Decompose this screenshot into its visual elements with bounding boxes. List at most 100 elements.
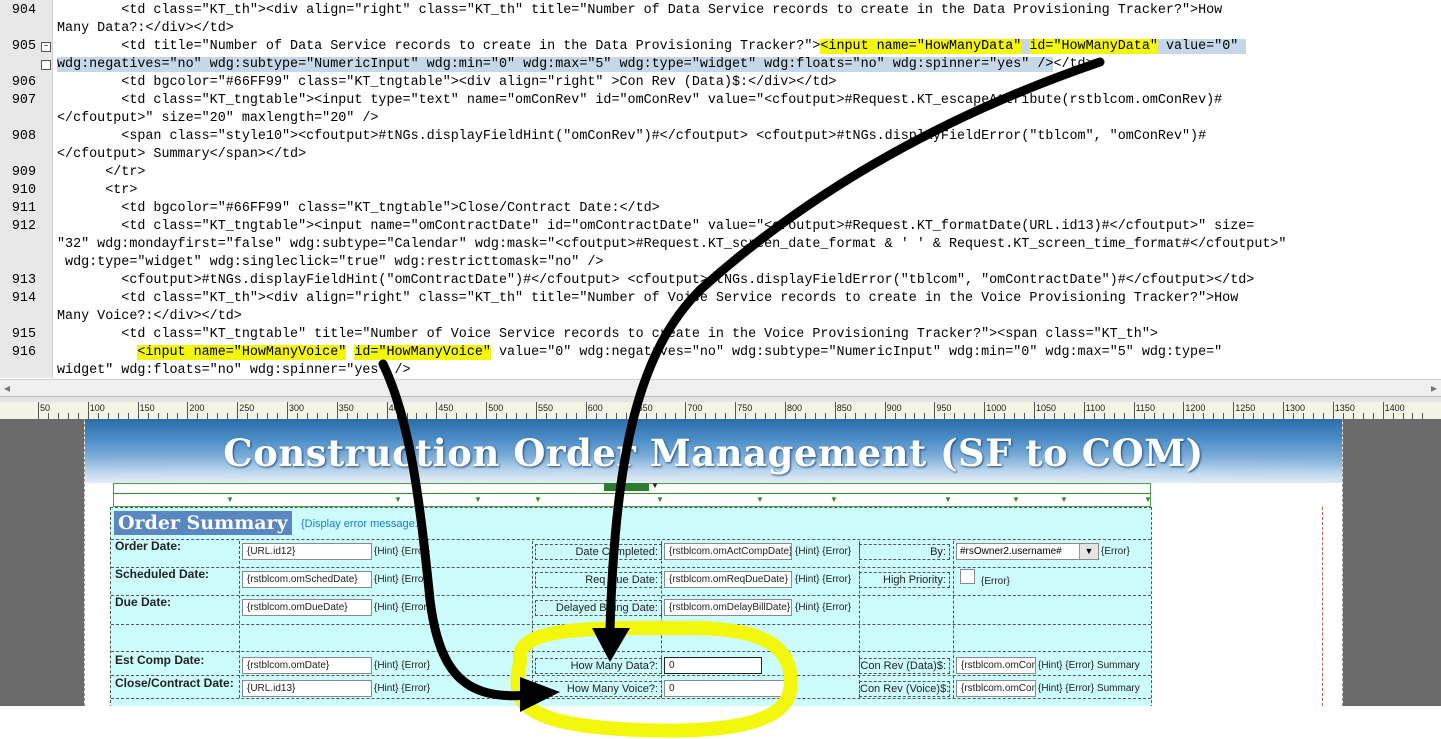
field-input[interactable]: 0 xyxy=(664,657,762,674)
column-marker-icon[interactable]: ▼ xyxy=(756,495,764,504)
column-marker-icon[interactable]: ▼ xyxy=(394,495,402,504)
line-number: 906 xyxy=(11,75,36,90)
code-editor[interactable]: 904 905 906 907 908 909 910 911 912 913 914 915 916 … xyxy=(0,0,1441,378)
column-marker-icon[interactable]: ▼ xyxy=(656,495,664,504)
high-priority-checkbox[interactable] xyxy=(960,569,975,584)
code-line[interactable]: </tr> xyxy=(57,164,145,182)
field-hint: {Error} xyxy=(1101,546,1130,557)
field-label: By: xyxy=(859,544,950,560)
field-input[interactable]: {rstblcom.omConRev} xyxy=(956,680,1036,697)
ruler-label: 350 xyxy=(338,403,354,413)
ruler-tick xyxy=(934,402,936,419)
field-input[interactable]: {rstblcom.omSchedDate} xyxy=(242,571,372,588)
scroll-left-arrow-icon[interactable]: ◂ xyxy=(4,381,10,395)
ruler-label: 1150 xyxy=(1135,403,1155,413)
code-line[interactable]: "32" wdg:mondayfirst="false" wdg:subtype… xyxy=(57,236,1286,254)
code-line[interactable]: <tr> xyxy=(57,182,137,200)
code-line[interactable]: <td class="KT_th"><div align="right" cla… xyxy=(57,290,1238,308)
field-input[interactable]: {rstblcom.omReqDueDate} xyxy=(664,571,792,588)
page-banner: Construction Order Management (SF to COM… xyxy=(85,419,1342,483)
field-input[interactable]: {rstblcom.omActCompDate} xyxy=(664,543,792,560)
code-line[interactable]: Many Data?:</div></td> xyxy=(57,20,234,38)
table-header-tab[interactable] xyxy=(604,483,649,491)
column-marker-icon[interactable]: ▼ xyxy=(1012,495,1020,504)
column-marker-icon[interactable]: ▼ xyxy=(830,495,838,504)
code-line[interactable]: <td class="KT_th"><div align="right" cla… xyxy=(57,2,1222,20)
ruler-label: 400 xyxy=(388,403,404,413)
code-text: Many Voice?:</div></td> xyxy=(57,309,242,324)
code-line[interactable]: </cfoutput>" size="20" maxlength="20" /> xyxy=(57,110,378,128)
field-label: Scheduled Date: xyxy=(115,567,210,581)
table-menu-arrow-icon[interactable]: ▼ xyxy=(651,481,659,490)
selected-code: value="0" xyxy=(1157,39,1247,54)
scroll-right-arrow-icon[interactable]: ▸ xyxy=(1431,381,1437,395)
column-marker-icon[interactable]: ▼ xyxy=(474,495,482,504)
code-line[interactable]: wdg:type="widget" wdg:singleclick="true"… xyxy=(57,254,603,272)
code-text: Many Data?:</div></td> xyxy=(57,21,234,36)
code-text: <td bgcolor="#66FF99" class="KT_tngtable… xyxy=(57,201,660,216)
ruler-tick xyxy=(38,402,39,419)
column-marker-icon[interactable]: ▼ xyxy=(226,495,234,504)
code-text: <tr> xyxy=(57,183,138,198)
field-input[interactable]: {URL.id12} xyxy=(242,543,372,560)
code-line[interactable]: widget" wdg:floats="no" wdg:spinner="yes… xyxy=(57,362,411,378)
code-line[interactable]: <cfoutput>#tNGs.displayFieldHint("omCont… xyxy=(57,272,1254,290)
line-number: 907 xyxy=(11,93,36,108)
ruler-label: 950 xyxy=(936,403,952,413)
design-view[interactable]: Construction Order Management (SF to COM… xyxy=(0,419,1441,706)
code-line[interactable]: <td class="KT_tngtable"><input type="tex… xyxy=(57,92,1222,110)
ruler-label: 1250 xyxy=(1235,403,1256,413)
column-marker-icon[interactable]: ▼ xyxy=(534,495,542,504)
ruler-label: 750 xyxy=(737,403,753,413)
field-hint: {Hint} {Error} xyxy=(374,602,431,613)
horizontal-scrollbar[interactable]: ◂ ▸ xyxy=(0,379,1441,397)
code-line[interactable]: Many Voice?:</div></td> xyxy=(57,308,242,326)
field-input[interactable]: 0 xyxy=(664,680,792,697)
field-input[interactable]: {rstblcom.omDueDate} xyxy=(242,599,372,616)
code-line[interactable]: <input name="HowManyVoice" id="HowManyVo… xyxy=(57,344,1222,362)
ruler-label: 100 xyxy=(89,403,105,413)
field-hint: {Hint} {Error} xyxy=(374,660,431,671)
code-text: <td class="KT_th"><div align="right" cla… xyxy=(57,3,1223,18)
field-input[interactable]: {rstblcom.omDate} xyxy=(242,657,372,674)
code-line[interactable]: <td bgcolor="#66FF99" class="KT_tngtable… xyxy=(57,200,660,218)
dropdown-arrow-icon[interactable]: ▼ xyxy=(1079,544,1098,559)
code-line[interactable]: <td title="Number of Data Service record… xyxy=(57,38,1247,56)
ruler-tick xyxy=(287,402,288,419)
code-text: widget" wdg:floats="no" wdg:spinner="yes… xyxy=(57,363,411,378)
ruler-label: 250 xyxy=(239,403,255,413)
line-number xyxy=(8,362,36,378)
code-text: </td> xyxy=(1053,57,1094,72)
field-hint: {Hint} {Error} xyxy=(795,546,852,557)
code-line[interactable]: wdg:negatives="no" wdg:subtype="NumericI… xyxy=(57,56,1094,74)
field-input[interactable]: {rstblcom.omConRev} xyxy=(956,657,1036,674)
highlighted-code: id="HowManyVoice" xyxy=(354,345,491,360)
owner-select[interactable]: #rsOwner2.username# ▼ xyxy=(956,543,1099,560)
code-line[interactable]: <td class="KT_tngtable"><input name="omC… xyxy=(57,218,1254,236)
order-summary-table[interactable]: Order Summary {Display error message.} O… xyxy=(110,507,1152,706)
line-number-gutter: 904 905 906 907 908 909 910 911 912 913 914 915 916 xyxy=(0,0,53,378)
ruler-tick xyxy=(1034,402,1035,419)
field-input[interactable]: {URL.id13} xyxy=(242,680,372,697)
ruler-tick xyxy=(1233,402,1235,419)
code-line[interactable]: </cfoutput> Summary</span></td> xyxy=(57,146,306,164)
page-margin-guide xyxy=(1322,507,1323,706)
field-input[interactable]: {rstblcom.omDelayBillDate} xyxy=(664,599,792,616)
code-line[interactable]: <td bgcolor="#66FF99" class="KT_tngtable… xyxy=(57,74,836,92)
table-width-indicator[interactable]: ▼ ▼ ▼ ▼ ▼ ▼ ▼ ▼ ▼ ▼ ▼ ▼ xyxy=(113,481,1152,507)
line-number xyxy=(8,110,36,128)
line-number xyxy=(8,236,36,254)
ruler-tick xyxy=(834,402,836,419)
field-label: Delayed Billing Date: xyxy=(535,600,662,616)
fold-collapse-icon[interactable]: − xyxy=(41,42,51,52)
column-marker-icon[interactable]: ▼ xyxy=(1144,495,1152,504)
line-number: 914 xyxy=(11,291,36,306)
column-marker-icon[interactable]: ▼ xyxy=(944,495,952,504)
line-number: 916 xyxy=(11,345,36,360)
code-line[interactable]: <span class="style10"><cfoutput>#tNGs.di… xyxy=(57,128,1206,146)
line-number: 913 xyxy=(11,273,36,288)
column-marker-icon[interactable]: ▼ xyxy=(1060,495,1068,504)
code-line[interactable]: <td class="KT_tngtable" title="Number of… xyxy=(57,326,1158,344)
ruler-label: 450 xyxy=(438,403,454,413)
